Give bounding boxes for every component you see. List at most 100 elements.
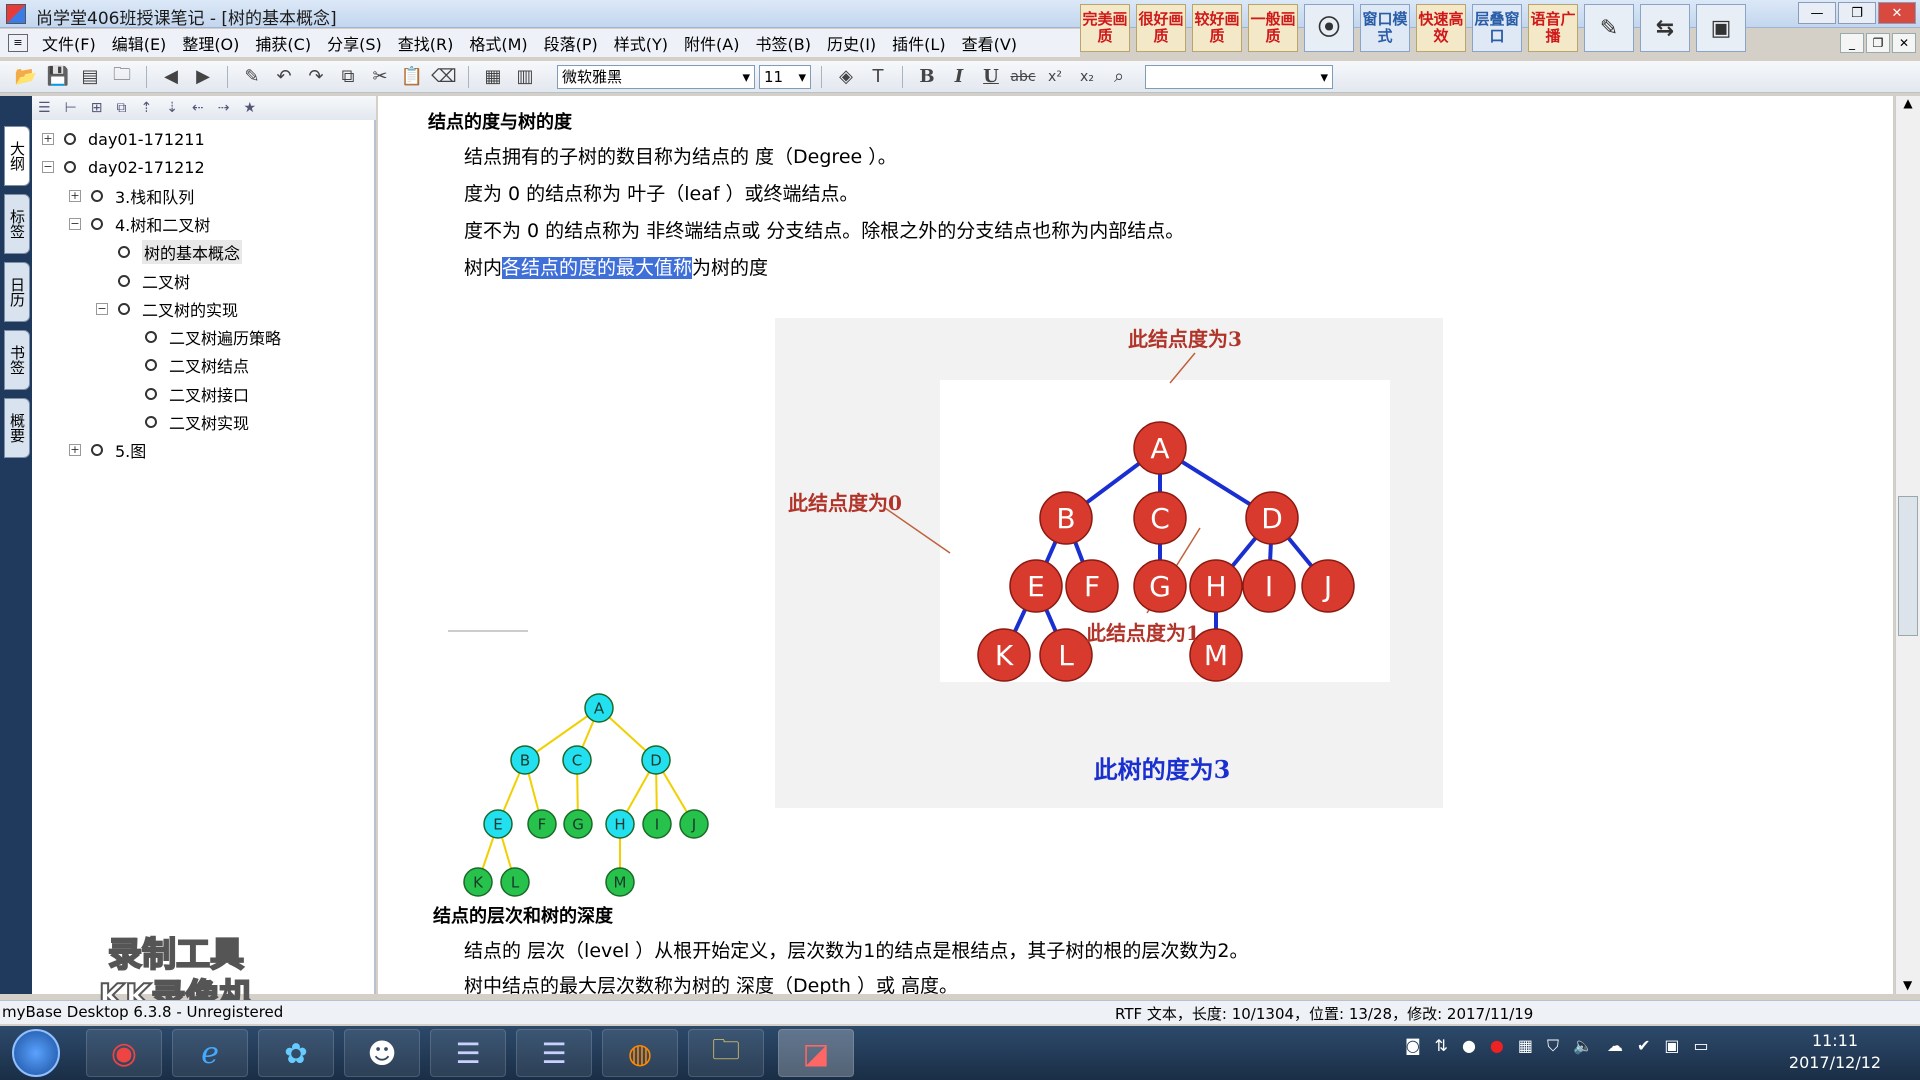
maximize-button[interactable]: ❐ <box>1838 2 1876 24</box>
star-icon[interactable]: ★ <box>243 100 256 116</box>
open-folder-icon[interactable]: 📂 <box>12 64 40 90</box>
table-icon[interactable]: ▥ <box>511 64 539 90</box>
menu-plugin[interactable]: 插件(L) <box>892 31 945 55</box>
tab-bookmarks[interactable]: 书签 <box>4 330 30 390</box>
add-sibling-icon[interactable]: ⊞ <box>91 100 103 116</box>
tree-item[interactable]: 二叉树接口 <box>123 383 249 405</box>
search-input[interactable]: ▾ <box>1145 64 1333 89</box>
exchange-icon[interactable]: ⇆ <box>1640 4 1690 52</box>
underline-icon[interactable]: U <box>977 64 1005 90</box>
taskbar-clock[interactable]: 11:11 2017/12/12 <box>1780 1030 1890 1074</box>
eclipse-icon[interactable]: ☰ <box>430 1029 506 1077</box>
copy-icon[interactable]: ⧉ <box>334 64 362 90</box>
font-size-select[interactable]: 11 ▾ <box>759 64 811 89</box>
mybase-taskbar-icon[interactable]: ◪ <box>778 1029 854 1077</box>
tree-item[interactable]: 二叉树 <box>96 270 190 292</box>
minimize-button[interactable]: — <box>1798 2 1836 24</box>
good-quality-button[interactable]: 较好画质 <box>1192 4 1242 52</box>
tray-shield-icon[interactable]: ⛉ <box>1547 1036 1559 1056</box>
italic-icon[interactable]: I <box>945 64 973 90</box>
edit-pen-icon[interactable]: ✎ <box>238 64 266 90</box>
move-up-icon[interactable]: ⇡ <box>141 100 153 116</box>
expand-toggle-icon[interactable]: − <box>96 302 108 315</box>
expand-toggle-icon[interactable]: + <box>42 133 54 145</box>
move-right-icon[interactable]: ⇢ <box>218 100 230 116</box>
back-icon[interactable]: ◀ <box>157 64 185 90</box>
scroll-up-icon[interactable]: ▲ <box>1896 96 1920 110</box>
bold-icon[interactable]: B <box>913 64 941 90</box>
subscript-icon[interactable]: x₂ <box>1073 64 1101 90</box>
mdi-minimize-button[interactable]: _ <box>1840 33 1864 53</box>
save-all-icon[interactable]: ▤ <box>76 64 104 90</box>
volume-icon[interactable]: 🔈 <box>1573 1036 1593 1056</box>
app-icon[interactable] <box>6 4 26 24</box>
move-down-icon[interactable]: ⇣ <box>166 100 178 116</box>
new-folder-icon[interactable]: 🗀 <box>108 64 136 90</box>
tree-item[interactable]: 树的基本概念 <box>96 240 243 265</box>
tray-display-icon[interactable]: ▭ <box>1693 1036 1708 1056</box>
add-child-icon[interactable]: ⊢ <box>65 100 77 116</box>
search-icon[interactable]: ⌕ <box>1105 64 1133 90</box>
menu-share[interactable]: 分享(S) <box>327 31 382 55</box>
tray-user-icon[interactable]: ◙ <box>1405 1036 1421 1056</box>
copy-node-icon[interactable]: ⧉ <box>117 100 127 116</box>
tray-weather-icon[interactable]: ☁ <box>1607 1036 1623 1056</box>
normal-quality-button[interactable]: 一般画质 <box>1248 4 1298 52</box>
recorder-icon[interactable]: ◍ <box>602 1029 678 1077</box>
system-menu-icon[interactable]: ≡ <box>8 34 28 52</box>
perfect-quality-button[interactable]: 完美画质 <box>1080 4 1130 52</box>
tree-item[interactable]: +5.图 <box>69 439 146 461</box>
save-icon[interactable]: 💾 <box>44 64 72 90</box>
expand-toggle-icon[interactable]: + <box>69 444 81 457</box>
menu-style[interactable]: 样式(Y) <box>614 31 668 55</box>
tab-outline[interactable]: 大纲 <box>4 126 30 186</box>
tree-item[interactable]: − 二叉树的实现 <box>96 298 238 320</box>
menu-find[interactable]: 查找(R) <box>398 31 454 55</box>
tree-item[interactable]: +3.栈和队列 <box>69 185 194 207</box>
tab-tags[interactable]: 标签 <box>4 194 30 254</box>
tray-device-icon[interactable]: ▣ <box>1664 1036 1679 1056</box>
close-button[interactable]: ✕ <box>1878 2 1916 24</box>
eclipse-icon[interactable]: ☰ <box>516 1029 592 1077</box>
cut-icon[interactable]: ✂ <box>366 64 394 90</box>
tray-security-icon[interactable]: ● <box>1462 1036 1476 1056</box>
tray-record-icon[interactable]: ● <box>1490 1036 1504 1056</box>
file-explorer-icon[interactable]: 🗀 <box>688 1029 764 1077</box>
menu-file[interactable]: 文件(F) <box>42 31 96 55</box>
superscript-icon[interactable]: x² <box>1041 64 1069 90</box>
move-left-icon[interactable]: ⇠ <box>192 100 204 116</box>
mdi-close-button[interactable]: ✕ <box>1892 33 1916 53</box>
document-editor[interactable]: 结点的度与树的度 结点拥有的子树的数目称为结点的 度（Degree ）。 度为 … <box>378 96 1893 994</box>
cloud-app-icon[interactable]: ✿ <box>258 1029 334 1077</box>
tree-item[interactable]: − day02-171212 <box>42 156 205 178</box>
scroll-thumb[interactable] <box>1898 496 1918 636</box>
vertical-scrollbar[interactable]: ▲ ▼ <box>1895 96 1920 994</box>
voice-broadcast-button[interactable]: 语音广播 <box>1528 4 1578 52</box>
forward-icon[interactable]: ▶ <box>189 64 217 90</box>
eraser-icon[interactable]: ⌫ <box>430 64 458 90</box>
font-family-select[interactable]: 微软雅黑 ▾ <box>557 64 755 89</box>
menu-capture[interactable]: 捕获(C) <box>255 31 311 55</box>
undo-icon[interactable]: ↶ <box>270 64 298 90</box>
expand-toggle-icon[interactable]: − <box>42 161 54 174</box>
expand-toggle-icon[interactable]: + <box>69 189 81 202</box>
tree-item[interactable]: 二叉树遍历策略 <box>123 326 281 348</box>
tree-item[interactable]: 二叉树结点 <box>123 354 249 376</box>
view-layout-icon[interactable]: ▦ <box>479 64 507 90</box>
board-icon[interactable]: ▣ <box>1696 4 1746 52</box>
text-color-icon[interactable]: T <box>864 64 892 90</box>
tree-item[interactable]: + day01-171211 <box>42 128 205 150</box>
tray-update-icon[interactable]: ✔ <box>1637 1036 1650 1056</box>
menu-organize[interactable]: 整理(O) <box>182 31 239 55</box>
paste-icon[interactable]: 📋 <box>398 64 426 90</box>
pointer-icon[interactable]: ⦿ <box>1304 4 1354 52</box>
tab-summary[interactable]: 概要 <box>4 398 30 458</box>
menu-edit[interactable]: 编辑(E) <box>112 31 167 55</box>
menu-view[interactable]: 查看(V) <box>962 31 1017 55</box>
menu-format[interactable]: 格式(M) <box>469 31 527 55</box>
pen-icon[interactable]: ✎ <box>1584 4 1634 52</box>
tray-windows-icon[interactable]: ▦ <box>1518 1036 1533 1056</box>
qq-icon[interactable]: ☻ <box>344 1029 420 1077</box>
ie-icon[interactable]: ℯ <box>172 1029 248 1077</box>
scroll-down-icon[interactable]: ▼ <box>1903 978 1912 992</box>
